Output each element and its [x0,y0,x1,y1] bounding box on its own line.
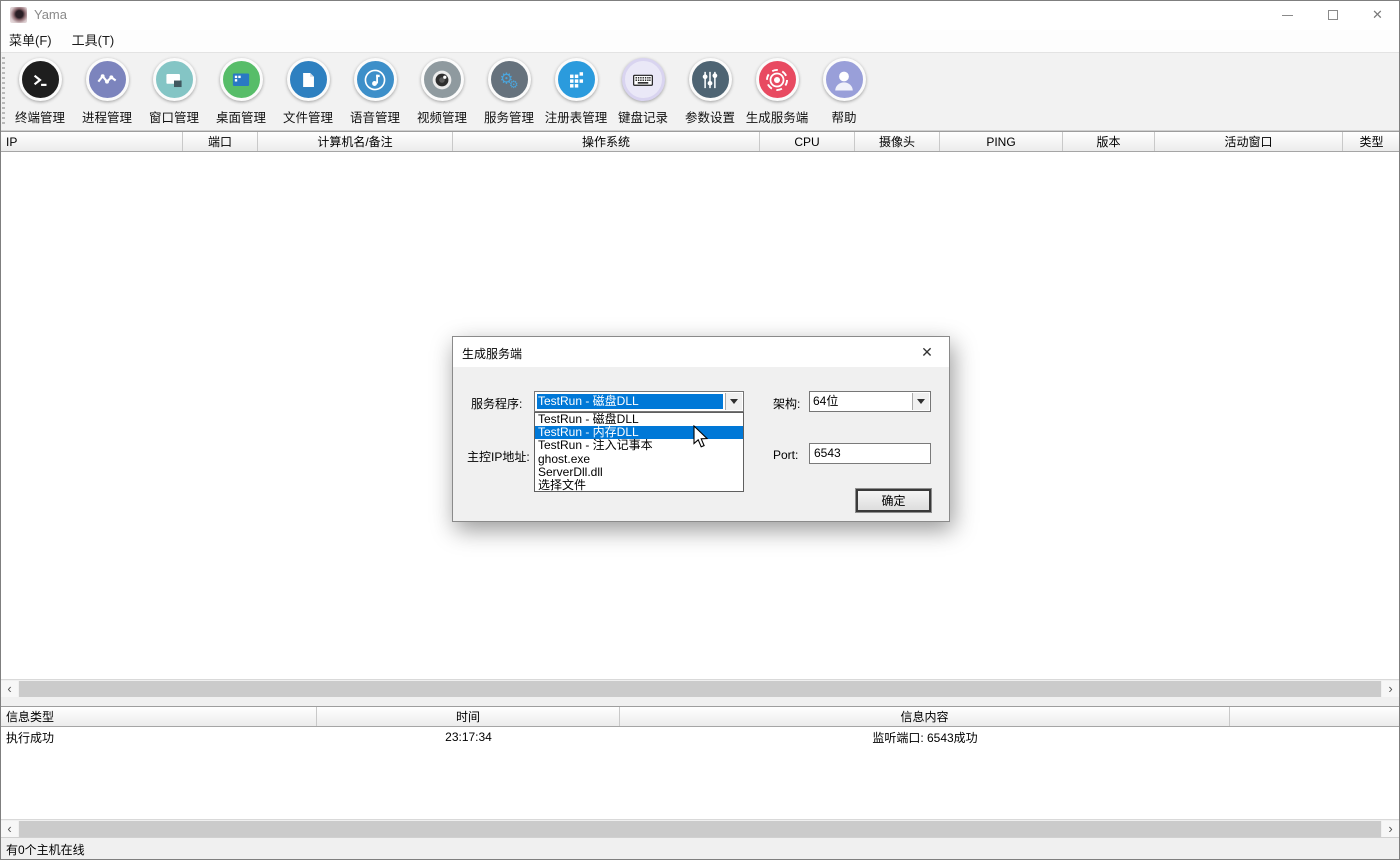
column-header-port[interactable]: 端口 [183,132,258,151]
dropdown-item[interactable]: TestRun - 磁盘DLL [535,413,743,426]
window-icon [161,67,187,93]
dropdown-item-selected[interactable]: TestRun - 内存DLL [535,426,743,439]
menu-bar: 菜单(F) 工具(T) [0,30,1400,52]
service-program-value: TestRun - 磁盘DLL [537,394,723,409]
scroll-thumb[interactable] [19,821,1381,837]
app-title: Yama [34,7,67,22]
dropdown-item[interactable]: TestRun - 注入记事本 [535,439,743,452]
scroll-thumb[interactable] [19,681,1381,697]
toolbar-item-window[interactable]: 窗口管理 [141,58,207,130]
column-header-time[interactable]: 时间 [317,707,620,726]
column-header-msg-type[interactable]: 信息类型 [0,707,317,726]
dialog-title-bar: 生成服务端 ✕ [453,337,949,367]
registry-icon [563,67,589,93]
column-header-filler [1230,707,1400,726]
dialog-title: 生成服务端 [462,345,522,362]
service-icon: ⚙ ⚙ [495,66,523,94]
dropdown-item[interactable]: 选择文件 [535,479,743,492]
video-icon [428,66,456,94]
toolbar-item-desktop[interactable]: 桌面管理 [208,58,274,130]
log-table-row[interactable]: 执行成功 23:17:34 监听端口: 6543成功 [0,727,1400,747]
column-header-type[interactable]: 类型 [1343,132,1400,151]
toolbar: 终端管理 进程管理 窗口管理 [0,52,1400,131]
column-header-os[interactable]: 操作系统 [453,132,760,151]
arch-label: 架构: [773,395,800,412]
toolbar-item-file[interactable]: 文件管理 [275,58,341,130]
menu-item-tools[interactable]: 工具(T) [62,30,125,52]
maximize-button[interactable] [1310,0,1355,30]
toolbar-item-build-server[interactable]: 生成服务端 [744,58,810,130]
toolbar-item-video[interactable]: 视频管理 [409,58,475,130]
toolbar-item-help[interactable]: 帮助 [811,58,877,130]
close-icon: ✕ [1372,7,1383,23]
dropdown-item[interactable]: ServerDll.dll [535,466,743,479]
maximize-icon [1328,10,1338,20]
dropdown-item[interactable]: ghost.exe [535,453,743,466]
toolbar-item-process[interactable]: 进程管理 [74,58,140,130]
log-list-hscrollbar[interactable]: ‹ › [1,819,1399,837]
audio-icon [361,66,389,94]
column-header-camera[interactable]: 摄像头 [855,132,940,151]
port-input[interactable]: 6543 [809,443,931,464]
toolbar-item-service[interactable]: ⚙ ⚙ 服务管理 [476,58,542,130]
scroll-left-button[interactable]: ‹ [1,821,18,837]
svg-text:⚙: ⚙ [509,79,518,91]
app-window: Yama ✕ 菜单(F) 工具(T) 终端管理 [0,0,1400,860]
host-table-header: IP 端口 计算机名/备注 操作系统 CPU 摄像头 PING 版本 活动窗口 … [0,131,1400,152]
toolbar-item-terminal[interactable]: 终端管理 [7,58,73,130]
port-label: Port: [773,448,798,462]
scroll-right-button[interactable]: › [1382,681,1399,697]
combobox-dropdown-button[interactable] [725,393,742,410]
chevron-down-icon [917,399,925,404]
help-icon [830,66,858,94]
terminal-icon [27,67,53,93]
close-button[interactable]: ✕ [1355,0,1400,30]
menu-item-file[interactable]: 菜单(F) [0,30,62,52]
host-list-hscrollbar[interactable]: ‹ › [1,679,1399,697]
panel-splitter[interactable] [0,697,1400,706]
combobox-dropdown-button[interactable] [912,393,929,410]
title-bar: Yama ✕ [0,0,1400,30]
minimize-button[interactable] [1265,0,1310,30]
desktop-icon [228,67,254,93]
arch-value: 64位 [812,394,910,409]
log-cell-time: 23:17:34 [317,727,620,747]
toolbar-grip [2,57,5,126]
toolbar-item-registry[interactable]: 注册表管理 [543,58,609,130]
online-hosts-status: 有0个主机在线 [0,841,85,858]
service-program-combobox[interactable]: TestRun - 磁盘DLL [534,391,744,412]
minimize-icon [1282,15,1293,16]
service-program-label: 服务程序: [471,395,522,412]
scroll-right-button[interactable]: › [1382,821,1399,837]
column-header-ping[interactable]: PING [940,132,1063,151]
log-cell-content: 监听端口: 6543成功 [620,727,1230,747]
build-server-dialog: 生成服务端 ✕ 服务程序: TestRun - 磁盘DLL 架构: 64位 主控… [452,336,950,522]
scroll-left-button[interactable]: ‹ [1,681,18,697]
toolbar-item-keylogger[interactable]: 键盘记录 [610,58,676,130]
arch-combobox[interactable]: 64位 [809,391,931,412]
service-program-dropdown-list: TestRun - 磁盘DLL TestRun - 内存DLL TestRun … [534,412,744,492]
column-header-cpu[interactable]: CPU [760,132,855,151]
keylogger-icon [629,66,657,94]
column-header-ip[interactable]: IP [0,132,183,151]
log-list-area[interactable] [0,747,1400,819]
app-icon [10,7,27,23]
build-server-icon [763,66,791,94]
file-icon [295,67,321,93]
dialog-close-button[interactable]: ✕ [911,337,943,367]
log-table-header: 信息类型 时间 信息内容 [0,706,1400,727]
column-header-version[interactable]: 版本 [1063,132,1155,151]
column-header-msg-content[interactable]: 信息内容 [620,707,1230,726]
toolbar-item-audio[interactable]: 语音管理 [342,58,408,130]
column-header-computer[interactable]: 计算机名/备注 [258,132,453,151]
process-icon [94,67,120,93]
column-header-active-window[interactable]: 活动窗口 [1155,132,1343,151]
ok-button[interactable]: 确定 [856,489,931,512]
log-cell-type: 执行成功 [0,727,317,747]
control-ip-label: 主控IP地址: [467,448,530,465]
toolbar-item-settings[interactable]: 参数设置 [677,58,743,130]
chevron-down-icon [730,399,738,404]
settings-icon [697,67,723,93]
status-bar: 有0个主机在线 [0,837,1400,860]
